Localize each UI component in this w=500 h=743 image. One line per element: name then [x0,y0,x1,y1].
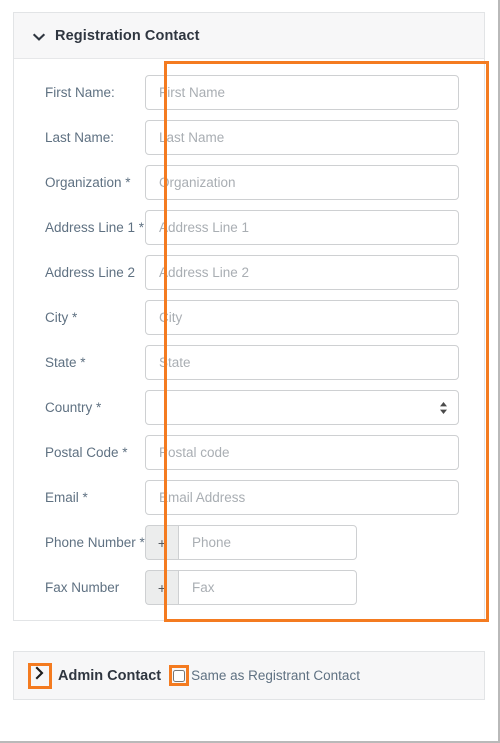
city-input[interactable] [145,300,459,335]
form-row-organization: Organization * [14,160,484,205]
chevron-down-icon[interactable] [32,30,46,44]
form-row-first-name: First Name: [14,70,484,115]
field-wrap-city [145,300,484,335]
label-email: Email * [45,490,88,505]
page-title: Registration Contact [55,27,200,44]
label-state: State * [45,355,86,370]
label-last-name: Last Name: [45,130,115,145]
form-row-fax-number: Fax Number + [14,565,484,610]
form-row-phone-number: Phone Number * + [14,520,484,565]
organization-input[interactable] [145,165,459,200]
page-container: Registration Contact First Name: Last Na… [0,0,500,743]
form-row-address-line-1: Address Line 1 * [14,205,484,250]
last-name-input[interactable] [145,120,459,155]
form-row-city: City * [14,295,484,340]
label-phone-number: Phone Number * [45,535,145,550]
registration-contact-header[interactable]: Registration Contact [14,13,484,59]
phone-input[interactable] [178,525,357,560]
field-wrap-address-line-2 [145,255,484,290]
phone-plus-prefix: + [145,525,178,560]
label-address-line-1: Address Line 1 * [45,220,145,235]
same-as-registrant-label: Same as Registrant Contact [191,668,360,683]
fax-input[interactable] [178,570,357,605]
field-wrap-postal-code [145,435,484,470]
email-field[interactable] [145,480,459,515]
label-country: Country * [45,400,102,415]
form-row-postal-code: Postal Code * [14,430,484,475]
field-wrap-last-name [145,120,484,155]
address-line-1-input[interactable] [145,210,459,245]
form-row-state: State * [14,340,484,385]
field-wrap-first-name [145,75,484,110]
form-row-country: Country * [14,385,484,430]
admin-contact-title: Admin Contact [58,667,162,684]
country-select[interactable] [145,390,459,425]
phone-input-group: + [145,525,357,560]
form-row-email: Email * [14,475,484,520]
admin-contact-toggle[interactable] [28,662,52,689]
chevron-right-icon [34,666,46,685]
admin-contact-panel: Admin Contact Same as Registrant Contact [13,651,485,700]
field-wrap-fax-number: + [145,570,484,605]
field-wrap-state [145,345,484,380]
field-wrap-email [145,480,484,515]
field-wrap-address-line-1 [145,210,484,245]
first-name-input[interactable] [145,75,459,110]
field-wrap-phone-number: + [145,525,484,560]
label-postal-code: Postal Code * [45,445,128,460]
label-city: City * [45,310,78,325]
field-wrap-country [145,390,484,425]
postal-code-input[interactable] [145,435,459,470]
registration-contact-body: First Name: Last Name: Organization * [14,59,489,622]
label-organization: Organization * [45,175,131,190]
fax-input-group: + [145,570,357,605]
field-wrap-organization [145,165,484,200]
label-fax-number: Fax Number [45,580,120,595]
label-first-name: First Name: [45,85,115,100]
state-input[interactable] [145,345,459,380]
same-as-registrant-checkbox[interactable] [173,669,186,682]
form-row-address-line-2: Address Line 2 [14,250,484,295]
country-select-wrap [145,390,459,425]
fax-plus-prefix: + [145,570,178,605]
form-row-last-name: Last Name: [14,115,484,160]
registration-contact-card: Registration Contact First Name: Last Na… [13,12,489,622]
same-as-registrant-checkbox-highlight [169,665,190,686]
address-line-2-input[interactable] [145,255,459,290]
label-address-line-2: Address Line 2 [45,265,136,280]
